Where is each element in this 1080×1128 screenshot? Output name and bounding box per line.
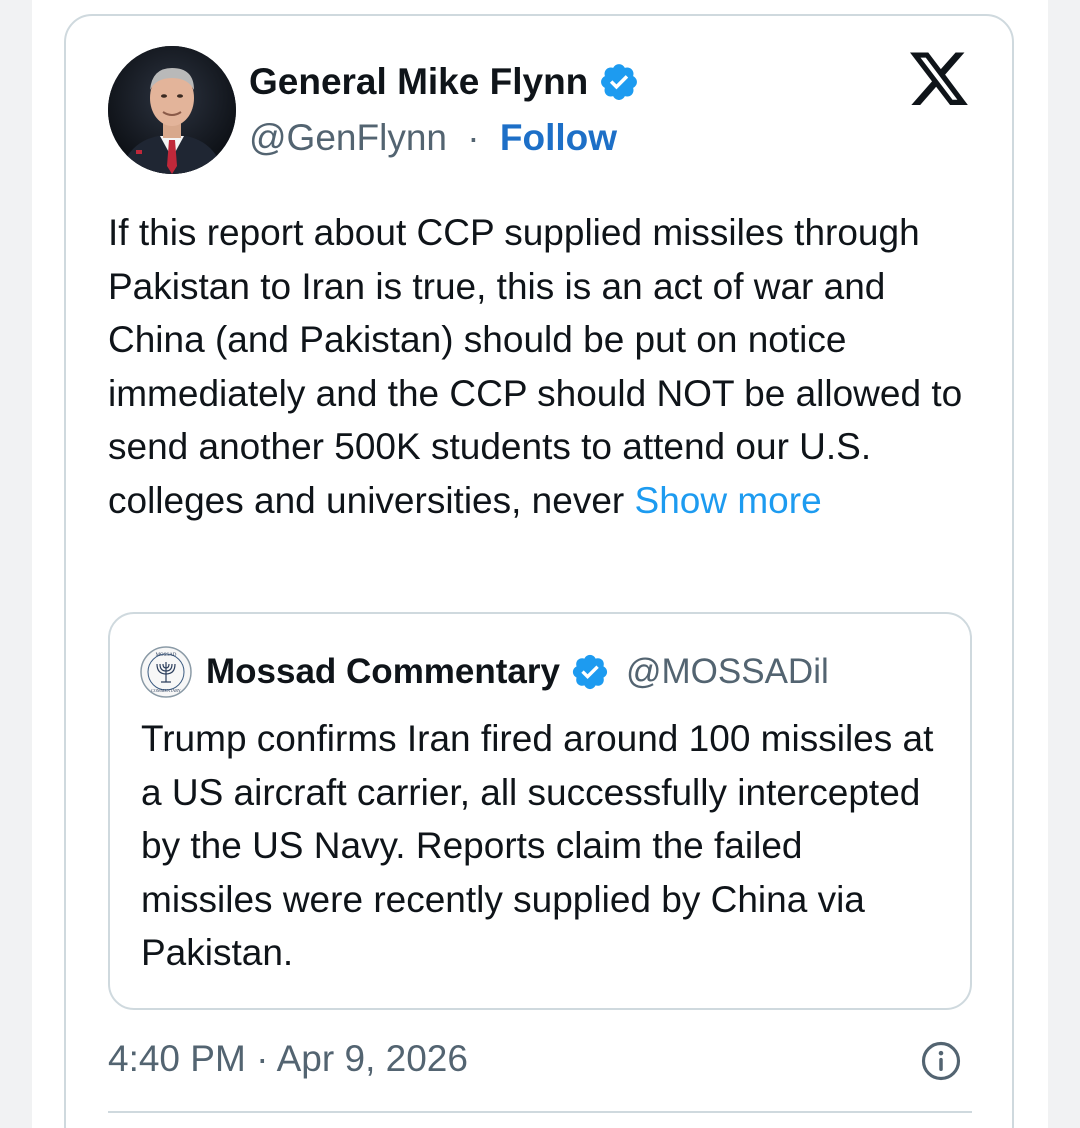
quoted-author-handle[interactable]: @MOSSADil [626,652,829,692]
tweet-body: If this report about CCP supplied missil… [108,212,963,521]
tweet-text: If this report about CCP supplied missil… [108,206,988,527]
quoted-verified-badge-icon [570,652,610,692]
quoted-author-avatar[interactable]: MOSSAD COMMENTARY [140,646,192,698]
verified-badge-icon [598,61,640,103]
author-name[interactable]: General Mike Flynn [249,60,588,104]
follow-button[interactable]: Follow [500,117,617,158]
show-more-link[interactable]: Show more [635,480,822,521]
divider [108,1111,972,1113]
quoted-tweet-text: Trump confirms Iran fired around 100 mis… [141,718,934,973]
author-name-row[interactable]: General Mike Flynn [249,60,640,104]
right-gutter [1048,0,1080,1128]
separator-dot: · [467,117,480,158]
author-handle[interactable]: @GenFlynn [249,117,447,158]
info-icon[interactable] [920,1040,962,1082]
quoted-avatar-text-top: MOSSAD [156,653,177,658]
x-logo-icon[interactable] [910,52,970,108]
tweet-timestamp[interactable]: 4:40 PM · Apr 9, 2026 [108,1036,468,1082]
page: General Mike Flynn @GenFlynn · Follow If… [0,0,1080,1128]
quoted-avatar-text-bottom: COMMENTARY [151,688,181,693]
handle-row: @GenFlynn · Follow [249,116,617,160]
quoted-header: Mossad Commentary @MOSSADil [206,650,829,694]
author-avatar[interactable] [108,46,236,174]
quoted-author-name[interactable]: Mossad Commentary [206,652,560,692]
left-gutter [0,0,32,1128]
